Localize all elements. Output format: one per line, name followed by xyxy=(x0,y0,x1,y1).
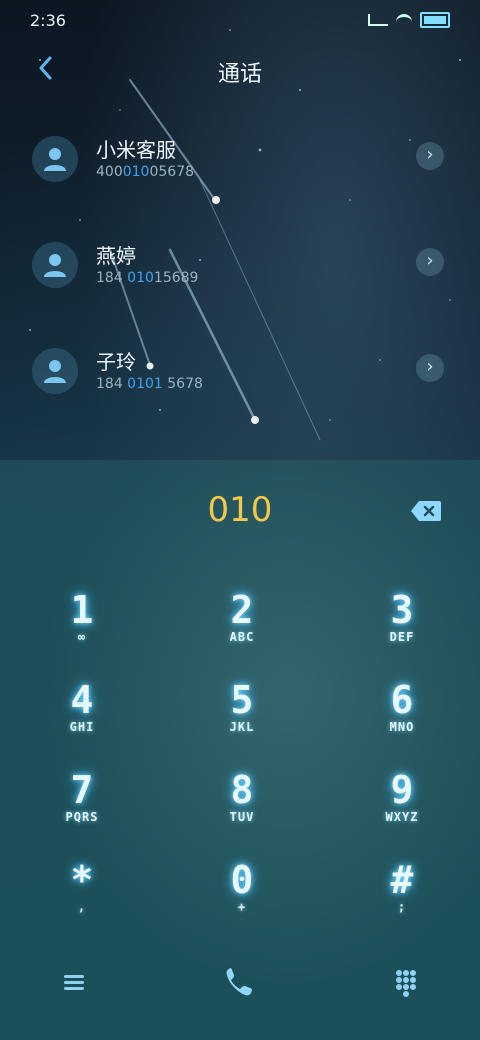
key-digit: 5 xyxy=(230,678,254,722)
key-digit: * xyxy=(70,858,94,902)
key-6[interactable]: 6 MNO xyxy=(342,680,462,750)
key-digit: 0 xyxy=(230,858,254,902)
key-digit: 9 xyxy=(390,768,414,812)
page-title: 通话 xyxy=(217,62,262,87)
key-digit: 7 xyxy=(70,768,94,812)
header: 通话 xyxy=(0,48,480,92)
chevron-right-icon: › xyxy=(426,250,434,271)
chevron-right-icon: › xyxy=(426,356,434,377)
contact-name: 小米客服 xyxy=(96,138,176,162)
key-letters: WXYZ xyxy=(385,810,419,824)
avatar xyxy=(32,348,78,394)
list-item[interactable]: 小米客服 40001005678 › xyxy=(0,122,480,202)
contact-number: 184 0101 5678 xyxy=(96,376,203,392)
dialpad-toggle-button[interactable] xyxy=(386,962,426,1002)
dialer-panel xyxy=(0,460,480,1040)
number-suffix: 15689 xyxy=(153,270,199,286)
key-letters: ABC xyxy=(229,630,255,644)
number-prefix: 184 xyxy=(96,270,128,286)
signal-icon xyxy=(368,14,388,26)
status-time: 2:36 xyxy=(30,10,66,30)
dial-input: 010 xyxy=(207,490,273,530)
number-match: 010 xyxy=(122,164,150,180)
key-hash[interactable]: #; xyxy=(342,860,462,930)
key-digit: # xyxy=(390,858,414,902)
key-digit: 8 xyxy=(230,768,254,812)
person-icon xyxy=(44,254,66,277)
key-3[interactable]: 3 DEF xyxy=(342,590,462,660)
person-icon xyxy=(44,360,66,383)
detail-button[interactable]: › xyxy=(416,248,444,276)
key-8[interactable]: 8 TUV xyxy=(182,770,302,840)
contact-number: 184 01015689 xyxy=(96,270,198,286)
backspace-icon xyxy=(411,501,441,521)
wifi-icon xyxy=(396,13,412,27)
dialpad-icon xyxy=(396,970,416,997)
key-0[interactable]: 0 + xyxy=(182,860,302,930)
key-letters: DEF xyxy=(389,630,415,644)
detail-button[interactable]: › xyxy=(416,354,444,382)
key-digit: 3 xyxy=(390,588,414,632)
backspace-button[interactable] xyxy=(410,500,442,522)
key-letters: + xyxy=(237,900,247,914)
contact-name: 燕婷 xyxy=(96,244,136,268)
voicemail-icon: ∞ xyxy=(77,630,87,644)
avatar xyxy=(32,242,78,288)
contact-number: 40001005678 xyxy=(96,164,194,180)
list-item[interactable]: 燕婷 184 01015689 › xyxy=(0,228,480,308)
detail-button[interactable]: › xyxy=(416,142,444,170)
key-letters: GHI xyxy=(69,720,95,734)
key-digit: 1 xyxy=(70,588,94,632)
avatar xyxy=(32,136,78,182)
key-2[interactable]: 2 ABC xyxy=(182,590,302,660)
status-bar: 2:36 xyxy=(0,0,480,40)
menu-icon xyxy=(64,975,84,990)
battery-icon xyxy=(420,12,450,28)
key-letters: , xyxy=(77,900,87,914)
bottom-bar xyxy=(0,962,480,1012)
number-match: 0101 xyxy=(127,376,163,392)
key-7[interactable]: 7 PQRS xyxy=(22,770,142,840)
number-prefix: 400 xyxy=(96,164,123,180)
number-match: 010 xyxy=(127,270,154,286)
phone-icon xyxy=(226,968,252,996)
key-letters: TUV xyxy=(229,810,255,824)
list-item[interactable]: 子玲 184 0101 5678 › xyxy=(0,334,480,414)
number-suffix: 5678 xyxy=(162,376,203,392)
call-button[interactable] xyxy=(220,962,260,1002)
key-digit: 4 xyxy=(70,678,94,722)
key-digit: 2 xyxy=(230,588,254,632)
key-5[interactable]: 5 JKL xyxy=(182,680,302,750)
contact-name: 子玲 xyxy=(96,350,136,374)
key-1[interactable]: 1 ∞ xyxy=(22,590,142,660)
menu-button[interactable] xyxy=(54,962,94,1002)
person-icon xyxy=(44,148,66,171)
key-letters: PQRS xyxy=(65,810,99,824)
key-letters: ; xyxy=(397,900,407,914)
key-9[interactable]: 9 WXYZ xyxy=(342,770,462,840)
key-letters: JKL xyxy=(229,720,255,734)
key-digit: 6 xyxy=(390,678,414,722)
key-star[interactable]: *, xyxy=(22,860,142,930)
chevron-right-icon: › xyxy=(426,144,434,165)
number-suffix: 05678 xyxy=(149,164,195,180)
key-4[interactable]: 4 GHI xyxy=(22,680,142,750)
key-letters: MNO xyxy=(389,720,415,734)
status-icons xyxy=(368,12,450,28)
number-prefix: 184 xyxy=(96,376,128,392)
